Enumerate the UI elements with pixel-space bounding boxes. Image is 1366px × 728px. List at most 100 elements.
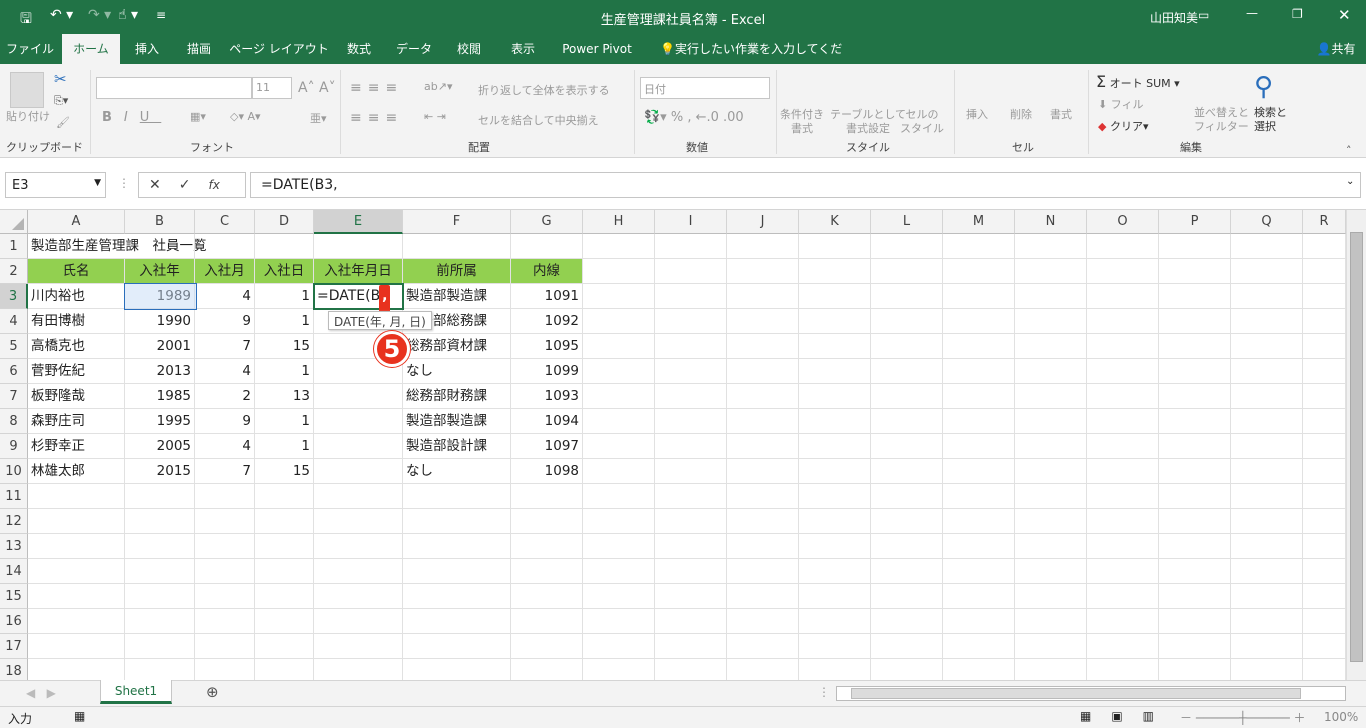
- cell-J2[interactable]: [727, 259, 799, 284]
- cell-A13[interactable]: [28, 534, 125, 559]
- cell-A6[interactable]: 菅野佐紀: [28, 359, 125, 384]
- cell-O4[interactable]: [1087, 309, 1159, 334]
- cell-O5[interactable]: [1087, 334, 1159, 359]
- horizontal-scroll-thumb[interactable]: [851, 688, 1301, 699]
- cell-F10[interactable]: なし: [403, 459, 511, 484]
- cell-P15[interactable]: [1159, 584, 1231, 609]
- row-header-2[interactable]: 2: [0, 259, 28, 284]
- cell-J17[interactable]: [727, 634, 799, 659]
- cell-E10[interactable]: [314, 459, 403, 484]
- cell-I16[interactable]: [655, 609, 727, 634]
- cell-A8[interactable]: 森野庄司: [28, 409, 125, 434]
- cell-Q7[interactable]: [1231, 384, 1303, 409]
- cell-F9[interactable]: 製造部設計課: [403, 434, 511, 459]
- font-name-select[interactable]: [96, 77, 252, 99]
- cell-R14[interactable]: [1303, 559, 1346, 584]
- cell-styles-button[interactable]: セルの スタイル: [900, 108, 944, 136]
- tab-page-layout[interactable]: ページ レイアウト: [228, 34, 330, 64]
- cell-H16[interactable]: [583, 609, 655, 634]
- cell-N12[interactable]: [1015, 509, 1087, 534]
- cell-D14[interactable]: [255, 559, 314, 584]
- tab-home[interactable]: ホーム: [62, 34, 120, 64]
- cell-E1[interactable]: [314, 234, 403, 259]
- merge-center-button[interactable]: セルを結合して中央揃え: [478, 112, 599, 128]
- column-header-L[interactable]: L: [871, 210, 943, 234]
- column-header-D[interactable]: D: [255, 210, 314, 234]
- cell-M6[interactable]: [943, 359, 1015, 384]
- cell-N9[interactable]: [1015, 434, 1087, 459]
- cell-A5[interactable]: 高橋克也: [28, 334, 125, 359]
- cell-M9[interactable]: [943, 434, 1015, 459]
- split-handle[interactable]: ⋮: [818, 685, 830, 699]
- cell-I8[interactable]: [655, 409, 727, 434]
- column-header-H[interactable]: H: [583, 210, 655, 234]
- cell-O10[interactable]: [1087, 459, 1159, 484]
- cell-K9[interactable]: [799, 434, 871, 459]
- row-header-9[interactable]: 9: [0, 434, 28, 459]
- paste-button[interactable]: 貼り付け: [6, 108, 50, 124]
- cell-L3[interactable]: [871, 284, 943, 309]
- tab-review[interactable]: 校閲: [444, 34, 494, 64]
- cell-M12[interactable]: [943, 509, 1015, 534]
- cell-Q1[interactable]: [1231, 234, 1303, 259]
- tab-formulas[interactable]: 数式: [334, 34, 384, 64]
- cell-G7[interactable]: 1093: [511, 384, 583, 409]
- share-button[interactable]: 👤共有: [1310, 34, 1362, 64]
- cell-O9[interactable]: [1087, 434, 1159, 459]
- row-header-13[interactable]: 13: [0, 534, 28, 559]
- cell-R17[interactable]: [1303, 634, 1346, 659]
- cell-N8[interactable]: [1015, 409, 1087, 434]
- cell-D8[interactable]: 1: [255, 409, 314, 434]
- cell-P3[interactable]: [1159, 284, 1231, 309]
- column-header-A[interactable]: A: [28, 210, 125, 234]
- cell-D9[interactable]: 1: [255, 434, 314, 459]
- cell-R10[interactable]: [1303, 459, 1346, 484]
- cell-A14[interactable]: [28, 559, 125, 584]
- cell-P5[interactable]: [1159, 334, 1231, 359]
- column-header-C[interactable]: C: [195, 210, 255, 234]
- cell-P6[interactable]: [1159, 359, 1231, 384]
- orientation-icon[interactable]: ab↗▾: [424, 80, 452, 93]
- cell-A4[interactable]: 有田博樹: [28, 309, 125, 334]
- column-header-G[interactable]: G: [511, 210, 583, 234]
- cell-G9[interactable]: 1097: [511, 434, 583, 459]
- cell-N7[interactable]: [1015, 384, 1087, 409]
- cell-B16[interactable]: [125, 609, 195, 634]
- cell-B9[interactable]: 2005: [125, 434, 195, 459]
- cell-A12[interactable]: [28, 509, 125, 534]
- cell-P12[interactable]: [1159, 509, 1231, 534]
- cell-N17[interactable]: [1015, 634, 1087, 659]
- row-header-5[interactable]: 5: [0, 334, 28, 359]
- column-header-R[interactable]: R: [1303, 210, 1346, 234]
- cell-K4[interactable]: [799, 309, 871, 334]
- user-name[interactable]: 山田知美: [1150, 9, 1198, 26]
- cell-P1[interactable]: [1159, 234, 1231, 259]
- cell-D13[interactable]: [255, 534, 314, 559]
- cell-N15[interactable]: [1015, 584, 1087, 609]
- cell-G6[interactable]: 1099: [511, 359, 583, 384]
- cell-I10[interactable]: [655, 459, 727, 484]
- cell-Q17[interactable]: [1231, 634, 1303, 659]
- horizontal-align-icons[interactable]: ≡≡≡: [350, 110, 403, 126]
- cell-H7[interactable]: [583, 384, 655, 409]
- cell-H6[interactable]: [583, 359, 655, 384]
- column-header-I[interactable]: I: [655, 210, 727, 234]
- cell-K1[interactable]: [799, 234, 871, 259]
- cell-M11[interactable]: [943, 484, 1015, 509]
- cell-A9[interactable]: 杉野幸正: [28, 434, 125, 459]
- cell-O13[interactable]: [1087, 534, 1159, 559]
- tab-view[interactable]: 表示: [498, 34, 548, 64]
- cell-I5[interactable]: [655, 334, 727, 359]
- cell-B4[interactable]: 1990: [125, 309, 195, 334]
- undo-icon[interactable]: ↶ ▾: [50, 7, 73, 23]
- column-header-M[interactable]: M: [943, 210, 1015, 234]
- cell-J13[interactable]: [727, 534, 799, 559]
- collapse-ribbon-icon[interactable]: ˄: [1346, 144, 1352, 157]
- cell-K5[interactable]: [799, 334, 871, 359]
- cell-P11[interactable]: [1159, 484, 1231, 509]
- cell-J5[interactable]: [727, 334, 799, 359]
- header-cell[interactable]: 前所属: [403, 259, 511, 284]
- cell-Q15[interactable]: [1231, 584, 1303, 609]
- cell-R3[interactable]: [1303, 284, 1346, 309]
- cell-L2[interactable]: [871, 259, 943, 284]
